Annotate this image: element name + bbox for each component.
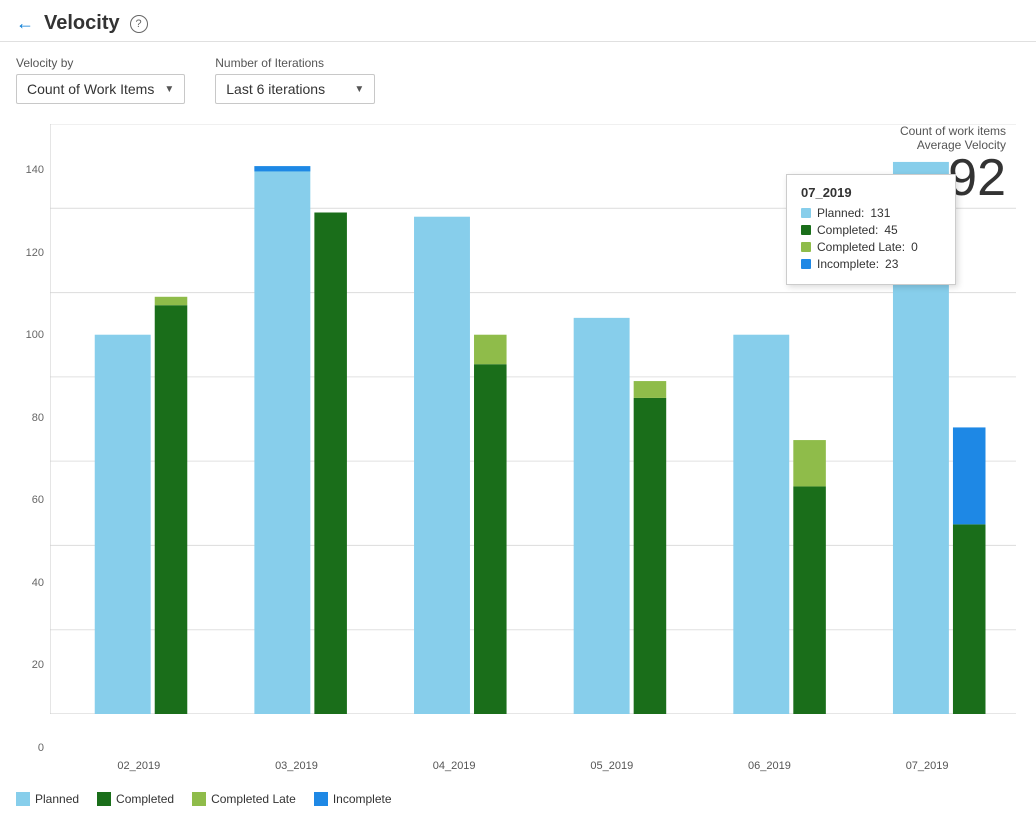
x-label-02: 02_2019 xyxy=(111,760,166,772)
bar-07-completed xyxy=(953,524,986,714)
bar-03-completed xyxy=(314,213,347,715)
legend-planned: Planned xyxy=(16,792,79,806)
x-label-04: 04_2019 xyxy=(427,760,482,772)
tooltip-planned-row: Planned: 131 xyxy=(801,206,941,220)
tooltip-completed-late-dot xyxy=(801,242,811,252)
tooltip: 07_2019 Planned: 131 Completed: 45 Compl… xyxy=(786,174,956,285)
tooltip-completed-dot xyxy=(801,225,811,235)
controls-row: Velocity by Count of Work Items ▼ Number… xyxy=(0,42,1036,114)
x-label-06: 06_2019 xyxy=(742,760,797,772)
bar-04-completed xyxy=(474,364,507,714)
bar-06-completed xyxy=(793,486,826,714)
legend-planned-box xyxy=(16,792,30,806)
page-wrapper: ← Velocity ? Velocity by Count of Work I… xyxy=(0,0,1036,814)
y-label-100: 100 xyxy=(26,329,44,341)
bar-02-planned xyxy=(95,335,151,714)
iterations-label: Number of Iterations xyxy=(215,56,375,70)
y-label-140: 140 xyxy=(26,164,44,176)
tooltip-completed-late-row: Completed Late: 0 xyxy=(801,240,941,254)
bar-03-planned xyxy=(254,166,310,714)
bar-07-incomplete xyxy=(953,427,986,524)
legend-incomplete: Incomplete xyxy=(314,792,392,806)
bar-06-planned xyxy=(733,335,789,714)
tooltip-completed-label: Completed: xyxy=(817,223,878,237)
legend-completed-late: Completed Late xyxy=(192,792,296,806)
y-label-120: 120 xyxy=(26,247,44,259)
legend-incomplete-label: Incomplete xyxy=(333,792,392,806)
x-label-03: 03_2019 xyxy=(269,760,324,772)
bar-06-completed-late xyxy=(793,440,826,486)
velocity-by-value: Count of Work Items xyxy=(27,81,154,97)
tooltip-incomplete-label: Incomplete: xyxy=(817,257,879,271)
iterations-value: Last 6 iterations xyxy=(226,81,325,97)
legend-completed-late-box xyxy=(192,792,206,806)
x-label-07: 07_2019 xyxy=(900,760,955,772)
legend-completed-late-label: Completed Late xyxy=(211,792,296,806)
tooltip-planned-value: 131 xyxy=(870,206,890,220)
bar-04-planned xyxy=(414,217,470,714)
legend-completed: Completed xyxy=(97,792,174,806)
tooltip-incomplete-value: 23 xyxy=(885,257,898,271)
tooltip-completed-late-label: Completed Late: xyxy=(817,240,905,254)
bar-02-completed-late xyxy=(155,297,188,305)
bar-05-completed xyxy=(634,398,667,714)
tooltip-planned-label: Planned: xyxy=(817,206,864,220)
tooltip-title: 07_2019 xyxy=(801,185,941,200)
x-axis-labels: 02_2019 03_2019 04_2019 05_2019 06_2019 … xyxy=(50,760,1016,772)
bar-05-completed-late xyxy=(634,381,667,398)
tooltip-incomplete-row: Incomplete: 23 xyxy=(801,257,941,271)
y-label-20: 20 xyxy=(32,659,44,671)
legend: Planned Completed Completed Late Incompl… xyxy=(16,792,392,806)
bar-03-indicator xyxy=(254,166,310,171)
y-label-40: 40 xyxy=(32,577,44,589)
legend-planned-label: Planned xyxy=(35,792,79,806)
y-label-60: 60 xyxy=(32,494,44,506)
x-label-05: 05_2019 xyxy=(584,760,639,772)
legend-completed-label: Completed xyxy=(116,792,174,806)
tooltip-incomplete-dot xyxy=(801,259,811,269)
bar-02-completed xyxy=(155,305,188,714)
tooltip-completed-value: 45 xyxy=(884,223,897,237)
iterations-control: Number of Iterations Last 6 iterations ▼ xyxy=(215,56,375,104)
y-axis: 140 120 100 80 60 40 20 0 xyxy=(0,164,50,754)
iterations-dropdown[interactable]: Last 6 iterations ▼ xyxy=(215,74,375,104)
iterations-chevron: ▼ xyxy=(354,84,364,95)
y-label-0: 0 xyxy=(38,742,44,754)
chart-area: Count of work items Average Velocity 92 … xyxy=(0,114,1036,814)
header: ← Velocity ? xyxy=(0,0,1036,42)
tooltip-completed-row: Completed: 45 xyxy=(801,223,941,237)
tooltip-planned-dot xyxy=(801,208,811,218)
bar-05-planned xyxy=(574,318,630,714)
back-button[interactable]: ← xyxy=(16,13,34,34)
legend-incomplete-box xyxy=(314,792,328,806)
velocity-by-dropdown[interactable]: Count of Work Items ▼ xyxy=(16,74,185,104)
velocity-by-control: Velocity by Count of Work Items ▼ xyxy=(16,56,185,104)
tooltip-completed-late-value: 0 xyxy=(911,240,918,254)
help-icon[interactable]: ? xyxy=(130,15,148,33)
velocity-by-chevron: ▼ xyxy=(164,84,174,95)
legend-completed-box xyxy=(97,792,111,806)
page-title: Velocity xyxy=(44,12,120,35)
bar-04-completed-late xyxy=(474,335,507,365)
y-label-80: 80 xyxy=(32,412,44,424)
velocity-by-label: Velocity by xyxy=(16,56,185,70)
